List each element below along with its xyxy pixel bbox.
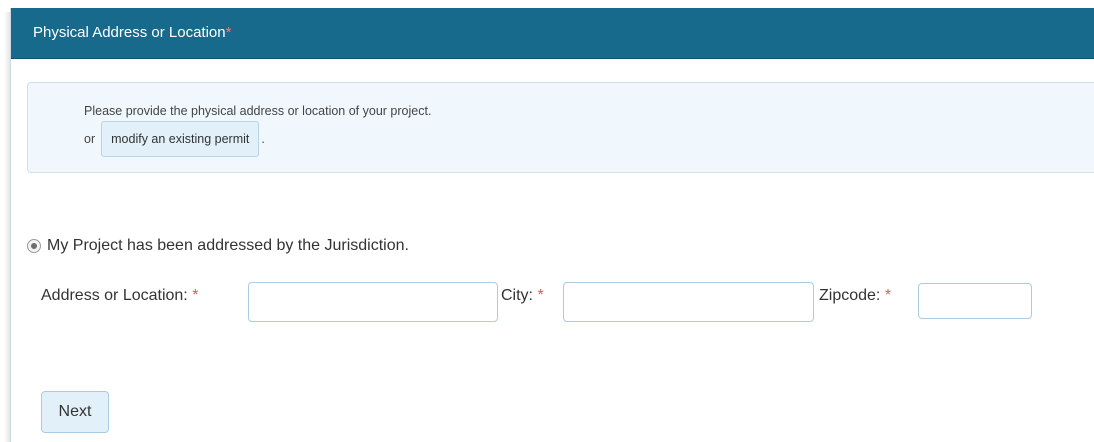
address-label: Address or Location: * [41,287,198,305]
trailing-period: . [261,132,265,146]
addressed-radio-label: My Project has been addressed by the Jur… [47,237,409,254]
zipcode-label: Zipcode: * [819,287,891,305]
city-label: City: * [501,287,544,305]
city-label-text: City: [501,287,533,304]
next-button[interactable]: Next [41,391,109,433]
panel-title: Physical Address or Location* [33,24,231,41]
zipcode-label-text: Zipcode: [819,287,881,304]
city-input[interactable] [563,282,814,322]
panel-header: Physical Address or Location* [11,8,1094,59]
info-alternative: or modify an existing permit . [84,121,265,157]
panel-title-text: Physical Address or Location [33,24,226,41]
info-box: Please provide the physical address or l… [27,82,1094,173]
address-label-text: Address or Location: [41,287,188,304]
or-text: or [84,132,96,146]
zipcode-input[interactable] [918,283,1032,319]
addressed-radio[interactable] [27,239,41,253]
address-input[interactable] [248,282,498,322]
address-panel: Physical Address or Location* Please pro… [10,8,1094,442]
required-asterisk: * [225,24,232,41]
city-required-asterisk: * [537,287,544,304]
addressed-option[interactable]: My Project has been addressed by the Jur… [27,237,409,255]
info-instruction: Please provide the physical address or l… [84,104,432,118]
address-required-asterisk: * [192,287,199,304]
modify-existing-permit-button[interactable]: modify an existing permit [101,121,260,157]
zipcode-required-asterisk: * [884,287,892,304]
